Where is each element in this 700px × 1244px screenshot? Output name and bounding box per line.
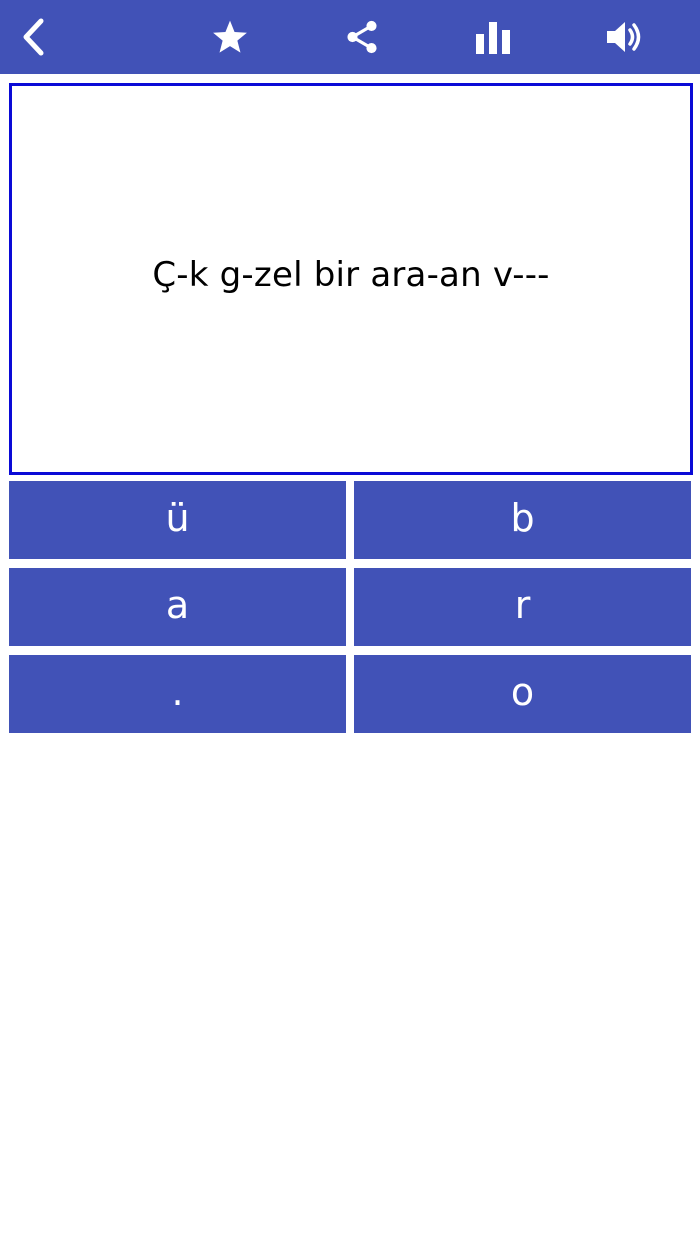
answer-label: o (510, 670, 535, 714)
answer-label: a (165, 583, 190, 627)
question-card: Ç-k g-zel bir ara-an v--- (9, 83, 693, 475)
answer-button[interactable]: . (9, 655, 346, 733)
answer-label: . (171, 670, 184, 714)
answer-label: b (510, 496, 535, 540)
answer-label: ü (165, 496, 190, 540)
answer-button[interactable]: ü (9, 481, 346, 559)
answer-grid: ü b a r . o (9, 481, 691, 733)
answer-label: r (514, 583, 531, 627)
answer-button[interactable]: b (354, 481, 691, 559)
share-icon (347, 20, 377, 54)
speaker-icon (607, 22, 641, 52)
answer-button[interactable]: a (9, 568, 346, 646)
bar-chart-icon (476, 22, 510, 54)
favorite-button[interactable] (193, 0, 267, 74)
chevron-left-icon (23, 18, 44, 56)
star-icon (213, 20, 247, 53)
top-toolbar (0, 0, 700, 74)
statistics-button[interactable] (456, 0, 530, 74)
share-button[interactable] (325, 0, 399, 74)
sound-button[interactable] (588, 0, 662, 74)
question-text: Ç-k g-zel bir ara-an v--- (152, 255, 550, 295)
answer-button[interactable]: r (354, 568, 691, 646)
back-button[interactable] (0, 0, 68, 74)
answer-button[interactable]: o (354, 655, 691, 733)
